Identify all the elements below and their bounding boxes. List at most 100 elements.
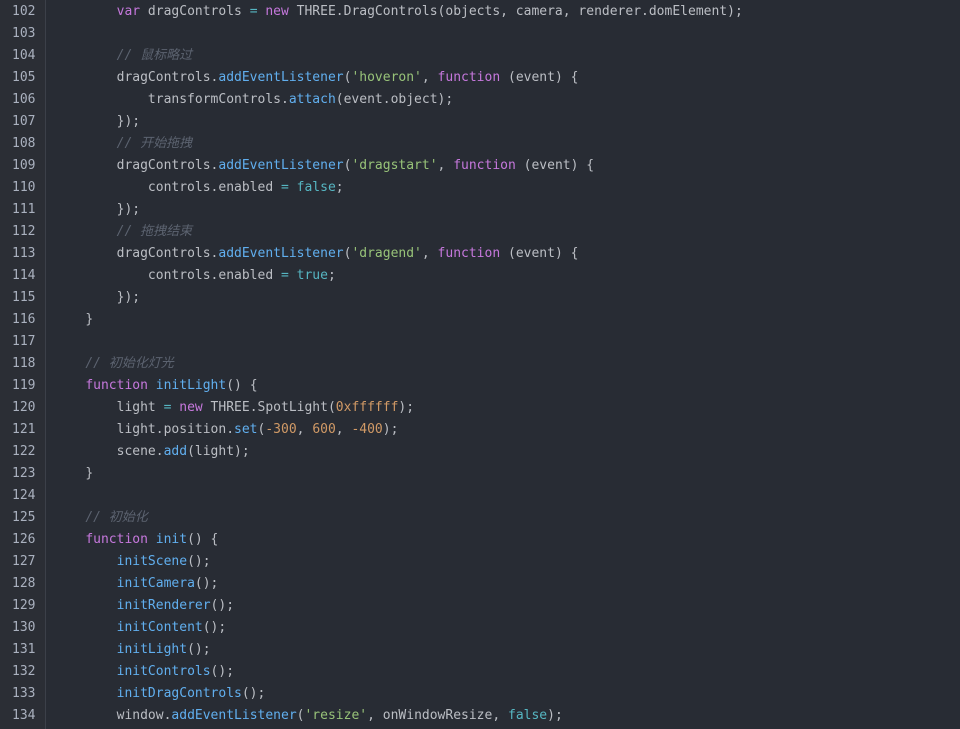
line-number: 128 [12,576,36,591]
code-token-ident: controls.enabled [147,268,281,283]
code-token-ident: , [421,246,438,261]
code-token-comment: // 初始化灯光 [85,356,174,371]
line-number: 113 [12,246,36,261]
code-token-ident: }); [116,114,141,129]
code-token-ident: (); [187,554,211,569]
line-number: 130 [12,620,36,635]
code-line[interactable] [54,331,960,353]
line-number: 102 [12,4,36,19]
code-token-fn: addEventListener [171,708,297,723]
code-token-bool: false [296,180,336,195]
code-line[interactable] [54,23,960,45]
code-token-ident: (); [187,642,211,657]
code-line[interactable]: dragControls.addEventListener('hoveron',… [54,67,960,89]
code-token-ident: dragControls. [116,246,219,261]
code-line[interactable]: initRenderer(); [54,595,960,617]
code-line[interactable]: // 拖拽结束 [54,221,960,243]
line-number: 104 [12,48,36,63]
code-token-ident [148,532,156,547]
code-token-fn: addEventListener [218,246,344,261]
code-line[interactable]: function initLight() { [54,375,960,397]
code-line[interactable]: dragControls.addEventListener('dragstart… [54,155,960,177]
code-line[interactable]: initControls(); [54,661,960,683]
code-line[interactable]: } [54,463,960,485]
code-line[interactable]: initScene(); [54,551,960,573]
code-line[interactable]: function init() { [54,529,960,551]
code-token-ident: THREE.SpotLight( [202,400,336,415]
code-token-keyword: function [437,70,501,85]
code-token-ident: ; [327,268,336,283]
code-token-string: 'dragstart' [351,158,438,173]
code-token-number: -400 [351,422,383,437]
code-token-ident: light [116,400,164,415]
code-line[interactable]: dragControls.addEventListener('dragend',… [54,243,960,265]
line-number: 111 [12,202,36,217]
code-token-keyword: function [85,378,148,393]
code-token-ident: } [85,466,94,481]
code-line[interactable]: var dragControls = new THREE.DragControl… [54,1,960,23]
code-token-ident: dragControls. [116,70,219,85]
code-line[interactable]: window.addEventListener('resize', onWind… [54,705,960,727]
code-line[interactable]: light.position.set(-300, 600, -400); [54,419,960,441]
code-line[interactable]: // 鼠标略过 [54,45,960,67]
code-token-comment: // 开始拖拽 [116,136,193,151]
code-editor[interactable]: 102 103 104 105 106 107 108 109 110 111 112 113 114 1… [0,0,960,729]
code-token-ident: ); [547,708,563,723]
code-line[interactable]: controls.enabled = false; [54,177,960,199]
code-token-ident: window. [116,708,172,723]
code-token-fn: set [234,422,258,437]
code-token-op: = [280,268,289,283]
code-token-keyword: new [179,400,203,415]
code-token-ident: , onWindowResize, [367,708,508,723]
code-line[interactable]: initContent(); [54,617,960,639]
line-number: 114 [12,268,36,283]
code-line[interactable]: initDragControls(); [54,683,960,705]
code-line[interactable]: transformControls.attach(event.object); [54,89,960,111]
code-token-fn: init [155,532,188,547]
code-token-ident: , [421,70,438,85]
code-token-ident: (); [241,686,266,701]
code-line[interactable]: } [54,309,960,331]
code-line[interactable]: initCamera(); [54,573,960,595]
code-token-ident: scene. [116,444,164,459]
line-number: 129 [12,598,36,613]
code-line[interactable]: }); [54,287,960,309]
code-token-ident: , [437,158,454,173]
code-token-number: 600 [312,422,336,437]
code-line[interactable]: // 开始拖拽 [54,133,960,155]
code-token-op: = [280,180,289,195]
code-line[interactable]: }); [54,199,960,221]
code-token-ident: ); [382,422,399,437]
code-line[interactable]: initLight(); [54,639,960,661]
code-token-string: 'resize' [304,708,368,723]
code-line[interactable]: // 初始化 [54,507,960,529]
code-line[interactable]: controls.enabled = true; [54,265,960,287]
code-area[interactable]: var dragControls = new THREE.DragControl… [46,0,960,729]
code-token-fn: initLight [116,642,188,657]
line-number: 110 [12,180,36,195]
code-line[interactable]: scene.add(light); [54,441,960,463]
code-line[interactable] [54,485,960,507]
code-token-string: 'dragend' [351,246,422,261]
code-token-ident: }); [116,290,141,305]
code-token-ident: , [296,422,313,437]
line-number: 109 [12,158,36,173]
code-token-number: -300 [265,422,297,437]
code-line[interactable]: light = new THREE.SpotLight(0xffffff); [54,397,960,419]
code-line[interactable]: }); [54,111,960,133]
code-line[interactable]: // 初始化灯光 [54,353,960,375]
line-number: 121 [12,422,36,437]
line-number: 131 [12,642,36,657]
